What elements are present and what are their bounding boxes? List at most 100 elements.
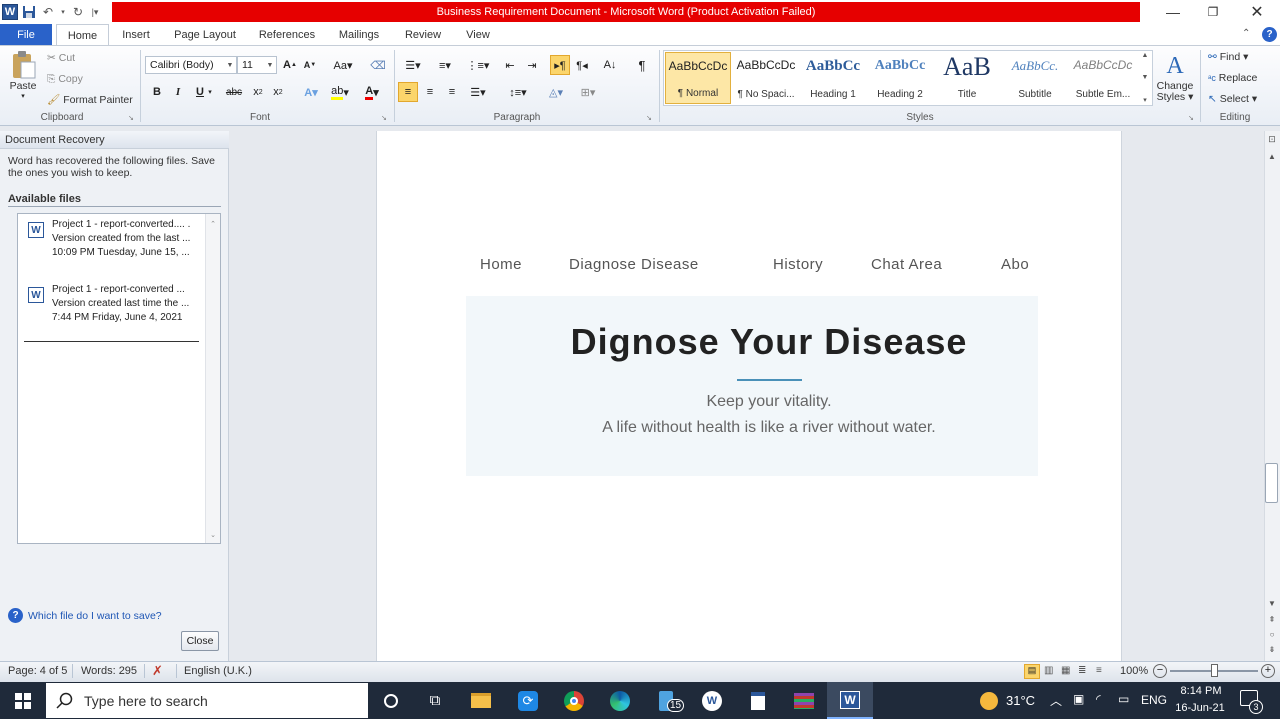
wifi-icon[interactable]: ◜ [1096, 692, 1101, 706]
zoom-in-icon[interactable]: + [1261, 664, 1275, 678]
bold-icon[interactable]: B [147, 82, 167, 102]
undo-icon[interactable]: ↶ [40, 4, 56, 20]
recovered-file-item[interactable]: W Project 1 - report-converted ... Versi… [26, 283, 206, 325]
chrome-icon[interactable] [551, 682, 597, 719]
replace-button[interactable]: ᵃc Replace [1208, 72, 1257, 84]
paragraph-launcher-icon[interactable]: ↘ [646, 114, 652, 122]
wordpad-icon[interactable]: W [689, 682, 735, 719]
paste-button[interactable]: Paste ▾ [6, 50, 40, 110]
weather-temperature[interactable]: 31°C [1006, 693, 1035, 708]
outline-icon[interactable]: ≣ [1078, 665, 1086, 676]
next-page-icon[interactable]: ⇟ [1266, 645, 1278, 654]
chevron-down-icon[interactable]: ⌄ [206, 531, 220, 539]
previous-page-icon[interactable]: ⇞ [1266, 615, 1278, 624]
tab-file[interactable]: File [0, 24, 52, 45]
language-indicator[interactable]: English (U.K.) [184, 665, 252, 677]
tab-review[interactable]: Review [398, 24, 448, 46]
winrar-icon[interactable] [781, 682, 827, 719]
styles-launcher-icon[interactable]: ↘ [1188, 114, 1194, 122]
strikethrough-icon[interactable]: abc [222, 82, 246, 102]
undo-dropdown-icon[interactable]: ▾ [59, 4, 67, 20]
restore-button[interactable]: ❐ [1190, 0, 1236, 24]
show-hidden-icons-icon[interactable]: ︿ [1050, 692, 1062, 709]
tab-view[interactable]: View [458, 24, 498, 46]
rtl-direction-icon[interactable]: ¶◂ [572, 55, 592, 75]
font-launcher-icon[interactable]: ↘ [381, 114, 387, 122]
scroll-up-icon[interactable]: ▲ [1266, 152, 1278, 161]
align-right-icon[interactable]: ≡ [442, 82, 462, 102]
close-pane-button[interactable]: Close [181, 631, 219, 651]
word-taskbar-icon[interactable]: W [827, 682, 873, 719]
full-screen-reading-icon[interactable]: ▥ [1044, 665, 1053, 676]
align-left-icon[interactable]: ≡ [398, 82, 418, 102]
cortana-icon[interactable] [368, 682, 414, 719]
word-logo-icon[interactable]: W [2, 4, 18, 20]
tab-home[interactable]: Home [56, 24, 109, 47]
borders-icon[interactable]: ⊞▾ [574, 82, 602, 102]
italic-icon[interactable]: I [168, 82, 188, 102]
close-window-button[interactable]: ✕ [1234, 0, 1280, 24]
select-button[interactable]: ↖ Select ▾ [1208, 93, 1257, 105]
highlight-icon[interactable]: ab ▾ [326, 82, 354, 102]
page-count[interactable]: Page: 4 of 5 [8, 665, 67, 677]
document-app-icon[interactable] [735, 682, 781, 719]
tab-insert[interactable]: Insert [112, 24, 160, 46]
chevron-up-icon[interactable]: ⌃ [206, 220, 220, 228]
style-heading-1[interactable]: AaBbCc Heading 1 [800, 52, 866, 104]
multilevel-list-icon[interactable]: ⋮≡▾ [464, 55, 492, 75]
start-button[interactable] [0, 682, 46, 719]
justify-icon[interactable]: ☰▾ [464, 82, 492, 102]
clock-time[interactable]: 8:14 PM [1176, 685, 1226, 697]
subscript-icon[interactable]: x2 [248, 82, 268, 102]
collapse-ribbon-icon[interactable]: ⌃ [1242, 28, 1250, 39]
more-styles-icon[interactable]: ▾ [1143, 96, 1147, 104]
help-icon[interactable]: ? [1262, 27, 1277, 42]
save-icon[interactable] [21, 4, 37, 20]
sort-icon[interactable]: A↓ [600, 55, 620, 75]
underline-dropdown-icon[interactable]: ▾ [205, 82, 215, 102]
copy-button[interactable]: ⎘ Copy [47, 73, 83, 86]
clipboard-launcher-icon[interactable]: ↘ [128, 114, 134, 122]
tab-mailings[interactable]: Mailings [330, 24, 388, 46]
decrease-indent-icon[interactable]: ⇤ [500, 55, 520, 75]
superscript-icon[interactable]: x2 [268, 82, 288, 102]
taskbar-search-box[interactable]: Type here to search [46, 683, 368, 718]
styles-scroll[interactable]: ▲ ▼ ▾ [1139, 52, 1151, 104]
text-effects-icon[interactable]: A▾ [298, 82, 324, 102]
style-normal[interactable]: AaBbCcDc ¶ Normal [665, 52, 731, 104]
task-view-icon[interactable]: ⧉ [412, 682, 458, 719]
chevron-down-icon[interactable]: ▼ [1142, 74, 1149, 81]
style-title[interactable]: AaB Title [934, 52, 1000, 104]
web-layout-icon[interactable]: ▦ [1061, 665, 1070, 676]
ltr-direction-icon[interactable]: ▸¶ [550, 55, 570, 75]
style-no-spacing[interactable]: AaBbCcDc ¶ No Spaci... [733, 52, 799, 104]
line-spacing-icon[interactable]: ↕≡▾ [504, 82, 532, 102]
word-count[interactable]: Words: 295 [81, 665, 137, 677]
style-heading-2[interactable]: AaBbCc Heading 2 [867, 52, 933, 104]
clock-date[interactable]: 16-Jun-21 [1172, 702, 1228, 714]
font-size-combo[interactable]: 11 ▼ [237, 56, 277, 74]
clear-formatting-icon[interactable]: ⌫ [368, 55, 388, 75]
zoom-out-icon[interactable]: − [1153, 664, 1167, 678]
tab-references[interactable]: References [252, 24, 322, 46]
bullets-icon[interactable]: ☰▾ [400, 55, 426, 75]
vertical-scrollbar[interactable] [1264, 131, 1280, 661]
change-case-icon[interactable]: Aa▾ [330, 55, 356, 75]
cut-button[interactable]: ✂ Cut [47, 52, 75, 64]
ruler-toggle-icon[interactable]: ⊡ [1266, 134, 1278, 148]
increase-indent-icon[interactable]: ⇥ [522, 55, 542, 75]
chevron-up-icon[interactable]: ▲ [1142, 52, 1149, 59]
weather-icon[interactable] [980, 692, 998, 710]
file-explorer-icon[interactable] [458, 682, 504, 719]
style-subtle-emphasis[interactable]: AaBbCcDc Subtle Em... [1070, 52, 1136, 104]
device-icon[interactable]: ▣ [1073, 692, 1084, 706]
draft-icon[interactable]: ≡ [1096, 665, 1102, 676]
scroll-thumb[interactable] [1265, 463, 1278, 503]
style-subtitle[interactable]: AaBbCc. Subtitle [1002, 52, 1068, 104]
change-styles-button[interactable]: A Change Styles ▾ [1154, 52, 1196, 110]
input-language[interactable]: ENG [1141, 693, 1167, 707]
select-browse-object-icon[interactable]: ○ [1266, 630, 1278, 639]
sync-app-icon[interactable]: ⟳ [505, 682, 551, 719]
redo-icon[interactable]: ↻ [70, 4, 86, 20]
numbering-icon[interactable]: ≡▾ [432, 55, 458, 75]
